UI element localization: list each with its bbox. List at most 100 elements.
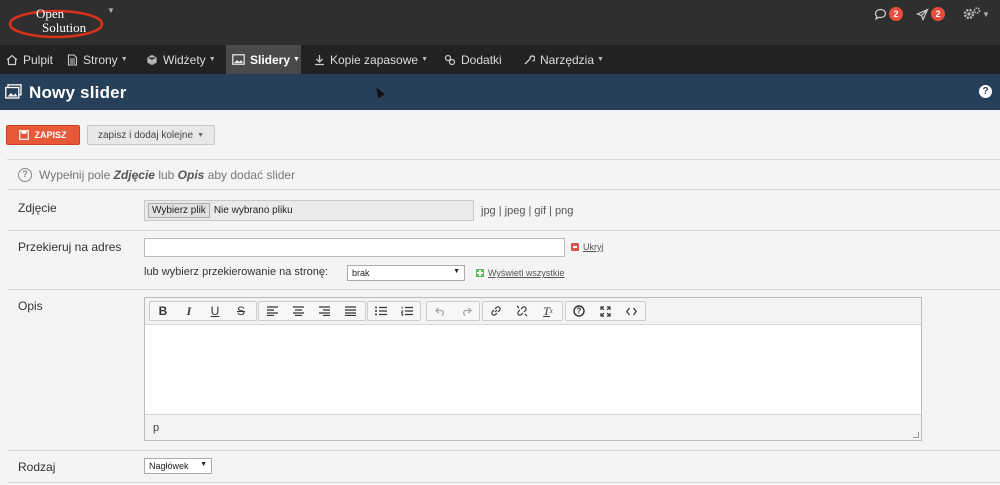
nav-item-strony[interactable]: Strony ▼: [61, 45, 134, 74]
align-right-icon[interactable]: [311, 302, 337, 320]
info-text-suffix: aby dodać slider: [207, 168, 296, 182]
slider-image-icon: [5, 84, 22, 102]
nav-item-widzety[interactable]: Widżety ▼: [140, 45, 222, 74]
nav-label: Slidery: [250, 52, 291, 67]
file-icon: [67, 53, 78, 66]
file-types-hint: jpg | jpeg | gif | png: [481, 205, 574, 217]
home-icon: [6, 54, 18, 66]
toolbar-group-misc: ?: [565, 301, 646, 321]
show-all-link[interactable]: Wyświetl wszystkie: [476, 268, 564, 278]
photo-file-input[interactable]: Wybierz plik Nie wybrano pliku: [144, 200, 474, 221]
editor-toolbar: B I U S Tx ?: [145, 298, 921, 325]
info-text-middle: lub: [158, 168, 175, 182]
file-status: Nie wybrano pliku: [213, 205, 293, 216]
chevron-down-icon: ▼: [200, 461, 207, 468]
unlink-icon[interactable]: [509, 302, 535, 320]
divider: [7, 450, 1000, 451]
redirect-label: Przekieruj na adres: [18, 240, 122, 254]
editor-element-path[interactable]: p: [153, 422, 159, 434]
comments-button[interactable]: 2: [874, 6, 903, 22]
info-field-photo: Zdjęcie: [113, 168, 155, 182]
divider: [7, 189, 1000, 190]
divider: [7, 289, 1000, 290]
notifications-button[interactable]: 2: [916, 6, 945, 22]
bold-icon[interactable]: B: [150, 302, 176, 320]
type-select[interactable]: Nagłówek ▼: [144, 458, 212, 474]
help-icon[interactable]: ?: [979, 85, 992, 98]
chevron-down-icon: ▼: [453, 268, 460, 275]
nav-label: Dodatki: [461, 52, 502, 67]
link-icon[interactable]: [483, 302, 509, 320]
fullscreen-icon[interactable]: [592, 302, 618, 320]
help-circle-icon[interactable]: ?: [566, 302, 592, 320]
info-field-desc: Opis: [177, 168, 205, 182]
nav-label: Kopie zapasowe: [330, 52, 419, 67]
nav-item-dodatki[interactable]: Dodatki: [438, 45, 508, 74]
chevron-down-icon: ▼: [208, 56, 216, 63]
nav-item-narzedzia[interactable]: Narzędzia ▼: [517, 45, 610, 74]
align-justify-icon[interactable]: [337, 302, 363, 320]
top-bar: Open Solution ▼ 2 2 ▼: [0, 0, 1000, 45]
undo-icon[interactable]: [427, 302, 453, 320]
divider: [7, 159, 1000, 160]
logo-line2: Solution: [42, 20, 87, 35]
clear-format-icon[interactable]: Tx: [535, 302, 561, 320]
minus-icon: [571, 243, 579, 251]
type-label: Rodzaj: [18, 460, 56, 474]
main-nav: Pulpit Strony ▼ Widżety ▼ Slidery ▼ Kopie z…: [0, 45, 1000, 74]
page-title: Nowy slider: [29, 83, 127, 102]
info-message: ? Wypełnij pole Zdjęcie lub Opis aby dod…: [18, 168, 295, 182]
nav-item-slidery[interactable]: Slidery ▼: [226, 45, 301, 74]
redo-icon[interactable]: [453, 302, 479, 320]
chevron-down-icon: ▼: [293, 56, 300, 63]
toolbar-group-lists: [367, 301, 421, 321]
align-center-icon[interactable]: [285, 302, 311, 320]
logo-line1: Open: [36, 6, 65, 21]
gear-icon: [963, 7, 981, 20]
cube-icon: [146, 54, 158, 66]
redirect-url-input[interactable]: [144, 238, 565, 257]
editor-content-area[interactable]: [145, 325, 921, 414]
floppy-icon: [19, 130, 30, 140]
wrench-icon: [523, 54, 535, 66]
choose-file-button[interactable]: Wybierz plik: [148, 203, 210, 218]
numbered-list-icon[interactable]: [394, 302, 420, 320]
settings-button[interactable]: ▼: [963, 6, 990, 22]
nav-label: Narzędzia: [540, 52, 595, 67]
nav-item-pulpit[interactable]: Pulpit: [0, 45, 59, 74]
strikethrough-icon[interactable]: S: [228, 302, 254, 320]
hide-link-label: Ukryj: [583, 242, 604, 252]
comment-icon: [874, 8, 887, 20]
comments-badge: 2: [889, 7, 903, 21]
chevron-down-icon: ▼: [421, 56, 428, 63]
divider: [7, 482, 1000, 483]
resize-handle-icon[interactable]: [913, 432, 919, 438]
download-icon: [314, 54, 325, 66]
save-button[interactable]: ZAPISZ: [6, 125, 80, 145]
question-icon: ?: [18, 168, 32, 182]
select-value: Nagłówek: [149, 461, 189, 471]
plus-icon: [476, 269, 484, 277]
logo[interactable]: Open Solution: [6, 4, 106, 40]
align-left-icon[interactable]: [259, 302, 285, 320]
italic-icon[interactable]: I: [176, 302, 202, 320]
source-code-icon[interactable]: [618, 302, 644, 320]
hide-link[interactable]: Ukryj: [571, 242, 604, 252]
underline-icon[interactable]: U: [202, 302, 228, 320]
image-icon: [232, 54, 245, 65]
bullet-list-icon[interactable]: [368, 302, 394, 320]
nav-item-kopie-zapasowe[interactable]: Kopie zapasowe ▼: [308, 45, 434, 74]
notifications-badge: 2: [931, 7, 945, 21]
save-button-label: ZAPISZ: [34, 130, 67, 140]
chevron-down-icon: ▼: [120, 56, 128, 63]
toolbar-group-links: Tx: [482, 301, 563, 321]
nav-label: Pulpit: [23, 52, 54, 67]
svg-text:?: ?: [577, 307, 582, 316]
save-and-add-button[interactable]: zapisz i dodaj kolejne ▼: [87, 125, 215, 145]
logo-caret-icon[interactable]: ▼: [107, 6, 115, 15]
toolbar-group-history: [426, 301, 480, 321]
settings-caret-icon: ▼: [982, 9, 990, 19]
chevron-down-icon: ▼: [197, 131, 204, 139]
show-all-label: Wyświetl wszystkie: [488, 268, 565, 278]
redirect-page-select[interactable]: brak ▼: [347, 265, 465, 281]
